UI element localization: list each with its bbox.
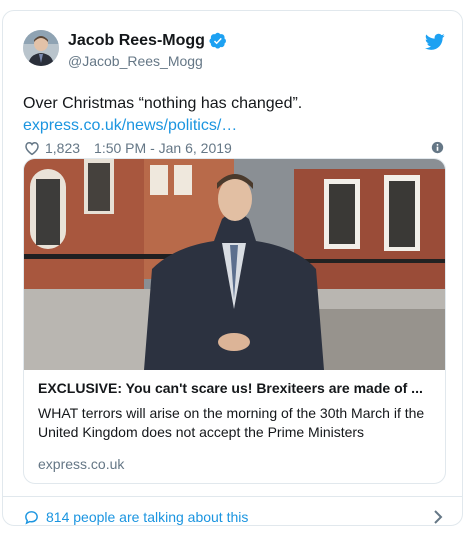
talking-about-text[interactable]: 814 people are talking about this <box>46 509 248 525</box>
tweet-link[interactable]: express.co.uk/news/politics/… <box>23 117 237 135</box>
tweet-embed-card: Jacob Rees-Mogg @Jacob_Rees_Mogg Over Ch… <box>2 10 463 526</box>
author-display-name[interactable]: Jacob Rees-Mogg <box>68 32 227 50</box>
reply-bubble-icon <box>25 510 38 525</box>
footer-divider <box>3 496 462 497</box>
article-image[interactable] <box>24 159 446 370</box>
tweet-timestamp[interactable]: 1:50 PM - Jan 6, 2019 <box>94 140 232 156</box>
tweet-meta-row: 1,823 1:50 PM - Jan 6, 2019 <box>23 139 444 157</box>
chevron-right-icon[interactable] <box>432 510 444 524</box>
verified-badge-icon <box>209 32 226 49</box>
link-preview-card[interactable]: EXCLUSIVE: You can't scare us! Brexiteer… <box>23 158 446 484</box>
info-icon[interactable] <box>431 141 444 154</box>
heart-icon[interactable] <box>23 139 41 157</box>
link-card-title[interactable]: EXCLUSIVE: You can't scare us! Brexiteer… <box>38 380 433 396</box>
link-card-domain: express.co.uk <box>38 456 125 472</box>
link-card-description: WHAT terrors will arise on the morning o… <box>38 405 425 440</box>
twitter-bird-icon[interactable] <box>425 33 445 51</box>
talking-about-this-link[interactable]: 814 people are talking about this <box>23 499 444 535</box>
like-count[interactable]: 1,823 <box>45 140 80 156</box>
author-handle[interactable]: @Jacob_Rees_Mogg <box>68 53 203 69</box>
author-name-text[interactable]: Jacob Rees-Mogg <box>68 32 205 50</box>
tweet-text: Over Christmas “nothing has changed”. <box>23 95 303 112</box>
avatar[interactable] <box>23 30 59 66</box>
